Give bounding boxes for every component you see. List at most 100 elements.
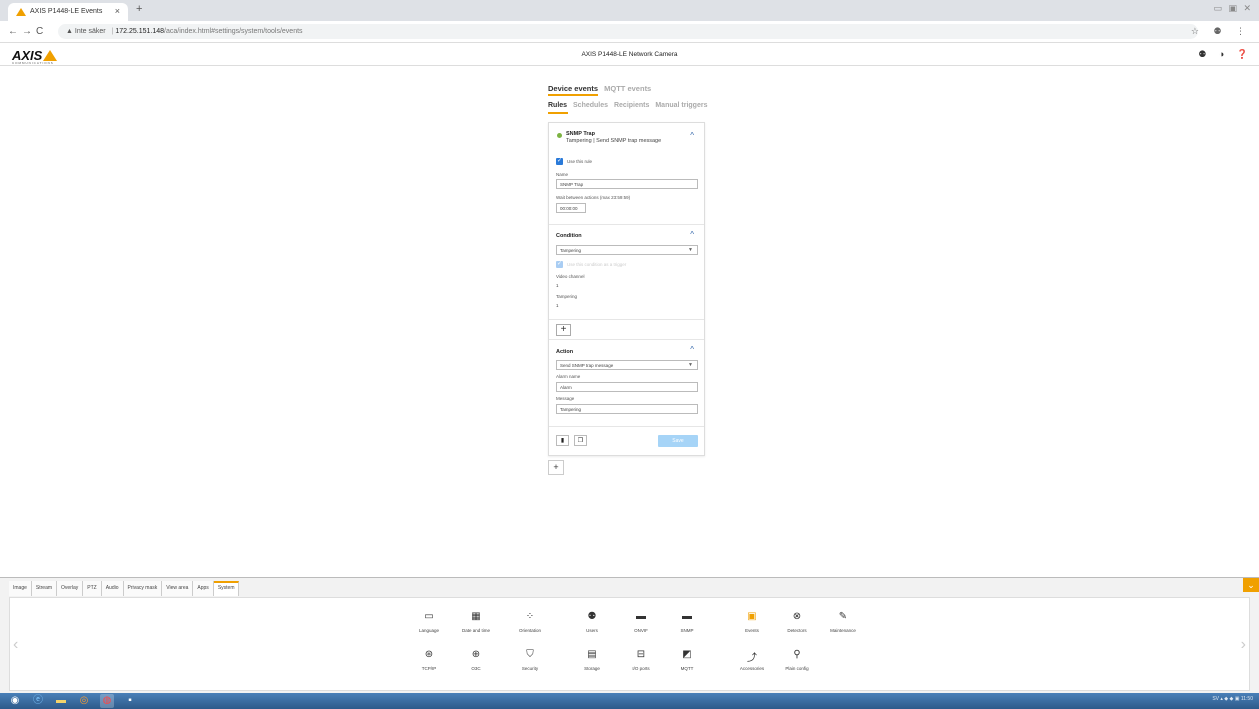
calendar-icon: ▦ bbox=[471, 611, 481, 622]
condition-select[interactable]: Tampering ▼ bbox=[556, 245, 698, 255]
reload-icon[interactable]: C bbox=[36, 26, 43, 37]
window-controls[interactable]: ▭ ▣ ✕ bbox=[1213, 3, 1253, 14]
folder-icon[interactable]: ▬ bbox=[54, 694, 68, 708]
logo-subtitle: COMMUNICATIONS bbox=[12, 61, 54, 65]
ie-icon[interactable]: ⓔ bbox=[31, 694, 45, 708]
tab-recipients[interactable]: Recipients bbox=[614, 102, 649, 109]
setting-storage[interactable]: ▤ Storage bbox=[572, 649, 612, 671]
condition-title: Condition bbox=[556, 233, 582, 239]
setting-io-ports[interactable]: ⊟ I/O ports bbox=[621, 649, 661, 671]
tab-close-icon[interactable]: × bbox=[115, 6, 120, 16]
mqtt-icon: ◩ bbox=[682, 649, 692, 660]
tab-mqtt-events[interactable]: MQTT events bbox=[604, 84, 651, 93]
network-icon: ⊛ bbox=[424, 649, 434, 660]
tab-apps[interactable]: Apps bbox=[193, 581, 214, 596]
language-icon: ▭ bbox=[424, 611, 434, 622]
snmp-icon: ▬ bbox=[682, 611, 692, 622]
add-condition-button[interactable]: + bbox=[556, 324, 571, 336]
setting-onvif[interactable]: ▬ ONVIF bbox=[621, 611, 661, 633]
tab-rules[interactable]: Rules bbox=[548, 102, 567, 109]
prev-page-icon[interactable]: ‹ bbox=[13, 636, 18, 654]
alarm-name-input[interactable]: Alarm bbox=[556, 382, 698, 392]
browser-actions[interactable]: ☆ ⚉ ⋮ bbox=[1191, 26, 1251, 37]
action-title: Action bbox=[556, 349, 574, 355]
forward-icon[interactable]: → bbox=[22, 26, 32, 37]
tab-image[interactable]: Image bbox=[9, 581, 32, 596]
condition-section: Condition ^ Tampering ▼ ✓ Use this condi… bbox=[549, 225, 704, 320]
use-rule-checkbox[interactable]: ✓ bbox=[556, 158, 563, 165]
setting-orientation[interactable]: ⁘ Orientation bbox=[510, 611, 550, 633]
not-secure-indicator[interactable]: ▲ Inte säker bbox=[66, 28, 106, 35]
active-subtab-indicator bbox=[548, 112, 568, 114]
setting-language[interactable]: ▭ Language bbox=[409, 611, 449, 633]
collapse-rule-icon[interactable]: ^ bbox=[690, 131, 694, 140]
setting-users[interactable]: ⚉ Users bbox=[572, 611, 612, 633]
rule-name-input[interactable]: SNMP Trap bbox=[556, 179, 698, 189]
collapse-panel-button[interactable]: ⌄ bbox=[1243, 578, 1259, 592]
action-select[interactable]: Send SNMP trap message ▼ bbox=[556, 360, 698, 370]
add-condition-section: + bbox=[549, 320, 704, 340]
setting-mqtt[interactable]: ◩ MQTT bbox=[667, 649, 707, 671]
save-button[interactable]: Save bbox=[658, 435, 698, 447]
orientation-icon: ⁘ bbox=[525, 611, 535, 622]
add-rule-button[interactable]: + bbox=[548, 460, 564, 475]
tab-overlay[interactable]: Overlay bbox=[57, 581, 84, 596]
media-player-icon[interactable]: ◎ bbox=[77, 694, 91, 708]
message-label: Message bbox=[556, 396, 575, 401]
tab-device-events[interactable]: Device events bbox=[548, 84, 598, 93]
wait-time-input[interactable]: 00:00:00 bbox=[556, 203, 586, 213]
tampering-label: Tampering bbox=[556, 294, 578, 299]
message-input[interactable]: Tampering bbox=[556, 404, 698, 414]
copy-rule-icon[interactable]: ❐ bbox=[574, 435, 587, 446]
setting-plain-config[interactable]: ⚲ Plain config bbox=[777, 649, 817, 671]
new-tab-button[interactable]: + bbox=[136, 3, 142, 15]
chrome-icon[interactable]: ◍ bbox=[100, 694, 114, 708]
url-host: 172.25.151.148 bbox=[115, 28, 165, 35]
tab-system[interactable]: System bbox=[213, 581, 240, 596]
setting-snmp[interactable]: ▬ SNMP bbox=[667, 611, 707, 633]
tab-privacy-mask[interactable]: Privacy mask bbox=[123, 581, 163, 596]
dropdown-arrow-icon: ▼ bbox=[688, 362, 693, 368]
setting-o3c[interactable]: ⊕ O3C bbox=[456, 649, 496, 671]
setting-date-time[interactable]: ▦ Date and time bbox=[456, 611, 496, 633]
setting-detectors[interactable]: ⊗ Detectors bbox=[777, 611, 817, 633]
browser-tab[interactable]: AXIS P1448-LE Events × bbox=[8, 3, 128, 21]
use-rule-label: Use this rule bbox=[567, 159, 593, 164]
rule-name: SNMP Trap bbox=[566, 131, 595, 137]
delete-rule-icon[interactable]: ▮ bbox=[556, 435, 569, 446]
events-icon: ▣ bbox=[747, 611, 757, 622]
event-tabs: Device events MQTT events bbox=[548, 84, 655, 93]
settings-panel: Image Stream Overlay PTZ Audio Privacy m… bbox=[0, 577, 1259, 693]
accessories-icon: ⤴ bbox=[747, 653, 757, 664]
setting-maintenance[interactable]: ✎ Maintenance bbox=[823, 611, 863, 633]
url-input[interactable]: ▲ Inte säker | 172.25.151.148/aca/index.… bbox=[58, 24, 1198, 39]
setting-tcpip[interactable]: ⊛ TCP/IP bbox=[409, 649, 449, 671]
rule-footer: ▮ ❐ Save bbox=[549, 427, 704, 455]
collapse-action-icon[interactable]: ^ bbox=[690, 345, 694, 354]
settings-tabs: Image Stream Overlay PTZ Audio Privacy m… bbox=[9, 581, 240, 596]
terminal-icon[interactable]: ▪ bbox=[123, 694, 137, 708]
condition-trigger-checkbox: ✓ bbox=[556, 261, 563, 268]
setting-accessories[interactable]: ⤴ Accessories bbox=[732, 649, 772, 671]
tab-audio[interactable]: Audio bbox=[101, 581, 124, 596]
setting-security[interactable]: ⛉ Security bbox=[510, 649, 550, 671]
start-icon[interactable]: ◉ bbox=[8, 694, 22, 708]
system-tray[interactable]: SV ▴ ◆ ◆ ▣ 11:50 bbox=[1212, 696, 1253, 702]
header-icons[interactable]: ⚉ ◑ ❓ bbox=[1198, 49, 1253, 60]
address-bar: ← → C ▲ Inte säker | 172.25.151.148/aca/… bbox=[0, 21, 1259, 43]
next-page-icon[interactable]: › bbox=[1241, 636, 1246, 654]
onvif-icon: ▬ bbox=[636, 611, 646, 622]
rule-card: SNMP Trap Tampering | Send SNMP trap mes… bbox=[548, 122, 705, 456]
back-icon[interactable]: ← bbox=[8, 26, 18, 37]
setting-events[interactable]: ▣ Events bbox=[732, 611, 772, 633]
axis-favicon-icon bbox=[16, 8, 26, 16]
tab-ptz[interactable]: PTZ bbox=[83, 581, 102, 596]
tab-stream[interactable]: Stream bbox=[31, 581, 58, 596]
tab-view-area[interactable]: View area bbox=[162, 581, 194, 596]
tab-manual-triggers[interactable]: Manual triggers bbox=[655, 102, 707, 109]
action-section: Action ^ Send SNMP trap message ▼ Alarm … bbox=[549, 340, 704, 427]
dropdown-arrow-icon: ▼ bbox=[688, 247, 693, 253]
wait-label: Wait between actions (max 23:59:59) bbox=[556, 195, 631, 200]
collapse-condition-icon[interactable]: ^ bbox=[690, 230, 694, 239]
tab-schedules[interactable]: Schedules bbox=[573, 102, 608, 109]
